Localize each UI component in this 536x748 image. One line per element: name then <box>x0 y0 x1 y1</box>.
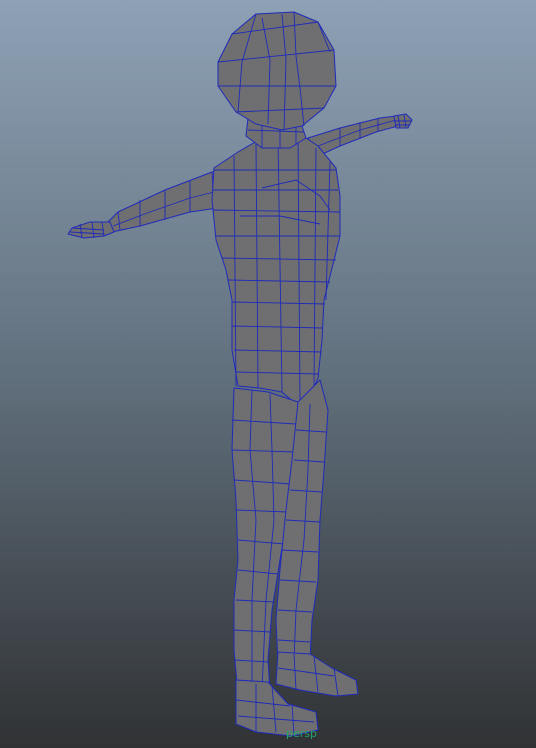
camera-label: persp <box>286 727 317 740</box>
torso <box>211 133 341 405</box>
3d-viewport[interactable]: persp <box>0 0 536 748</box>
left-hand <box>67 221 115 239</box>
right-hand <box>393 113 413 129</box>
character-mesh[interactable] <box>0 0 536 748</box>
head <box>217 11 337 131</box>
right-foot <box>275 651 359 697</box>
